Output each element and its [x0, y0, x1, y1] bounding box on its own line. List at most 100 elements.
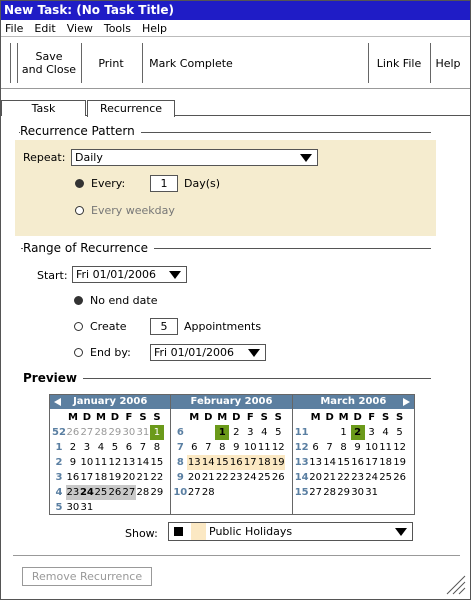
- calendar-day[interactable]: 2: [66, 440, 80, 455]
- calendar-day[interactable]: 17: [243, 455, 258, 470]
- calendar-day[interactable]: 6: [187, 440, 201, 455]
- calendar-day[interactable]: 13: [122, 455, 136, 470]
- calendar-day[interactable]: 9: [351, 440, 365, 455]
- calendar-day[interactable]: 30: [351, 485, 365, 500]
- show-combo[interactable]: Public Holidays: [168, 522, 413, 541]
- calendar-day[interactable]: 9: [229, 440, 243, 455]
- create-count-input[interactable]: 5: [150, 318, 178, 335]
- calendar-day[interactable]: 16: [229, 455, 244, 470]
- calendar-day[interactable]: 23: [229, 470, 243, 485]
- calendar-day[interactable]: 24: [79, 485, 94, 500]
- calendar-day[interactable]: 25: [379, 470, 393, 485]
- calendar-day[interactable]: 31: [80, 500, 94, 515]
- calendar-day[interactable]: 22: [150, 470, 164, 485]
- calendar-day[interactable]: 26: [393, 470, 407, 485]
- every-input[interactable]: 1: [150, 175, 178, 192]
- calendar-day[interactable]: 24: [243, 470, 257, 485]
- calendar-day[interactable]: 31: [136, 425, 150, 440]
- calendar-day[interactable]: 20: [187, 470, 201, 485]
- calendar-day[interactable]: 11: [379, 440, 393, 455]
- calendar-day[interactable]: 4: [257, 425, 271, 440]
- menu-tools[interactable]: Tools: [104, 22, 131, 35]
- menu-edit[interactable]: Edit: [34, 22, 55, 35]
- calendar-day[interactable]: 18: [379, 455, 393, 470]
- calendar-day[interactable]: 30: [66, 500, 80, 515]
- calendar-day[interactable]: 7: [201, 440, 215, 455]
- calendar-day[interactable]: 1: [215, 425, 230, 440]
- resize-grip-icon[interactable]: [443, 572, 467, 596]
- calendar-day[interactable]: 20: [309, 470, 323, 485]
- calendar-day[interactable]: 2: [350, 425, 365, 440]
- calendar-day[interactable]: 15: [150, 455, 164, 470]
- calendar-day[interactable]: 16: [66, 470, 80, 485]
- calendar-day[interactable]: 4: [379, 425, 393, 440]
- calendar-day[interactable]: 10: [80, 455, 94, 470]
- print-button[interactable]: Print: [86, 37, 136, 89]
- save-and-close-button[interactable]: Save and Close: [19, 37, 79, 89]
- calendar-day[interactable]: 1: [149, 425, 164, 440]
- calendar-day[interactable]: 29: [337, 485, 351, 500]
- calendar-day[interactable]: 12: [271, 440, 285, 455]
- calendar-day[interactable]: 27: [187, 485, 201, 500]
- calendar-day[interactable]: 25: [93, 485, 108, 500]
- remove-recurrence-button[interactable]: Remove Recurrence: [22, 567, 152, 586]
- calendar-day[interactable]: 11: [94, 455, 108, 470]
- calendar-day[interactable]: 3: [365, 425, 379, 440]
- calendar-day[interactable]: 2: [229, 425, 243, 440]
- calendar-day[interactable]: 28: [94, 425, 108, 440]
- calendar-day[interactable]: 30: [122, 425, 136, 440]
- calendar-day[interactable]: 15: [215, 455, 230, 470]
- calendar-day[interactable]: 26: [66, 425, 80, 440]
- calendar-day[interactable]: 28: [201, 485, 215, 500]
- calendar-day[interactable]: 12: [393, 440, 407, 455]
- calendar-day[interactable]: 12: [108, 455, 122, 470]
- calendar-day[interactable]: 23: [351, 470, 365, 485]
- calendar-day[interactable]: 5: [108, 440, 122, 455]
- every-radio[interactable]: [75, 179, 84, 188]
- calendar-day[interactable]: 22: [337, 470, 351, 485]
- calendar-day[interactable]: 3: [80, 440, 94, 455]
- create-radio[interactable]: [74, 322, 83, 331]
- next-month-icon[interactable]: [403, 398, 411, 406]
- calendar-day[interactable]: 5: [393, 425, 407, 440]
- calendar-day[interactable]: 14: [201, 455, 216, 470]
- calendar-day[interactable]: 31: [365, 485, 379, 500]
- menu-file[interactable]: File: [5, 22, 23, 35]
- menu-view[interactable]: View: [67, 22, 93, 35]
- calendar-day[interactable]: 17: [80, 470, 94, 485]
- calendar-day[interactable]: 27: [121, 485, 136, 500]
- calendar-day[interactable]: 27: [309, 485, 323, 500]
- tab-task[interactable]: Task: [1, 100, 86, 116]
- calendar-day[interactable]: 8: [215, 440, 229, 455]
- calendar-day[interactable]: 3: [243, 425, 257, 440]
- calendar-day[interactable]: 6: [122, 440, 136, 455]
- calendar-day[interactable]: 16: [351, 455, 365, 470]
- calendar-day[interactable]: 23: [65, 485, 80, 500]
- calendar-day[interactable]: 11: [257, 440, 271, 455]
- calendar-day[interactable]: 29: [108, 425, 122, 440]
- end-by-combo[interactable]: Fri 01/01/2006: [150, 344, 266, 361]
- calendar-day[interactable]: 4: [94, 440, 108, 455]
- start-date-combo[interactable]: Fri 01/01/2006: [72, 266, 187, 283]
- calendar-day[interactable]: 26: [271, 470, 285, 485]
- calendar-day[interactable]: 5: [271, 425, 285, 440]
- calendar-day[interactable]: 22: [215, 470, 229, 485]
- tab-recurrence[interactable]: Recurrence: [87, 100, 175, 117]
- calendar-day[interactable]: 14: [323, 455, 337, 470]
- calendar-day[interactable]: 24: [365, 470, 379, 485]
- link-file-button[interactable]: Link File: [371, 37, 427, 89]
- end-by-radio[interactable]: [74, 348, 83, 357]
- help-button[interactable]: Help: [432, 37, 464, 89]
- calendar-day[interactable]: 1: [337, 425, 351, 440]
- calendar-day[interactable]: 6: [309, 440, 323, 455]
- calendar-day[interactable]: 25: [257, 470, 271, 485]
- calendar-day[interactable]: 20: [122, 470, 136, 485]
- calendar-day[interactable]: 27: [80, 425, 94, 440]
- calendar-day[interactable]: 15: [337, 455, 351, 470]
- calendar-day[interactable]: 28: [136, 485, 150, 500]
- every-weekday-radio[interactable]: [75, 206, 84, 215]
- menu-help[interactable]: Help: [142, 22, 167, 35]
- calendar-day[interactable]: 17: [365, 455, 379, 470]
- calendar-day[interactable]: 10: [243, 440, 257, 455]
- calendar-day[interactable]: 19: [271, 455, 286, 470]
